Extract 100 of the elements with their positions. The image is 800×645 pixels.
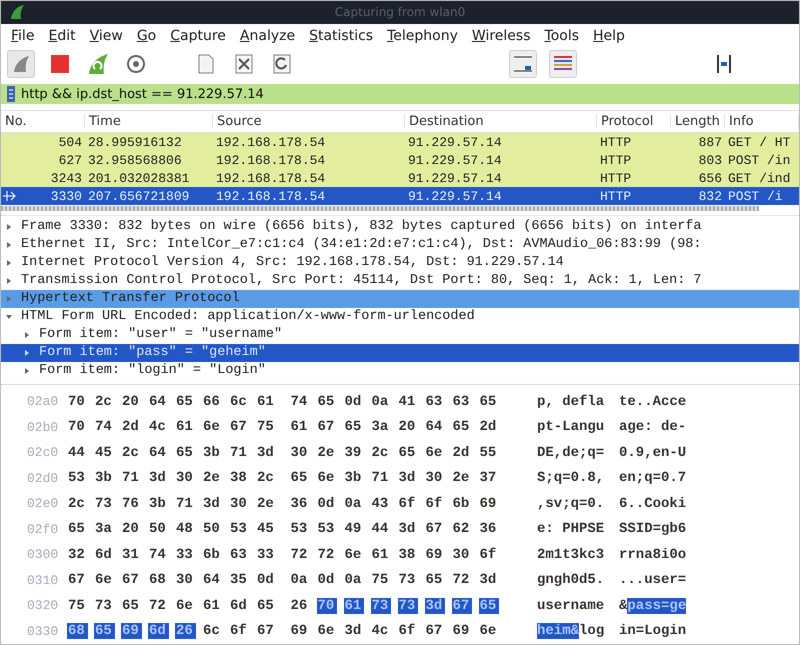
ascii-text[interactable]: te..Acce <box>619 394 686 410</box>
hex-byte[interactable]: 70 <box>67 419 88 436</box>
menu-item[interactable]: View <box>90 28 123 44</box>
hex-byte[interactable]: 67 <box>67 572 88 588</box>
hex-byte[interactable]: 65 <box>256 598 277 614</box>
hex-byte[interactable]: 20 <box>121 521 142 538</box>
packet-row[interactable]: 627 32.958568806 192.168.178.54 91.229.57.14 HTTP 803 POST /in <box>1 151 799 170</box>
hex-byte[interactable]: 31 <box>121 546 142 563</box>
hex-byte[interactable]: 36 <box>290 496 310 512</box>
hex-byte[interactable]: 6c <box>229 394 250 410</box>
menu-item[interactable]: Telephony <box>387 28 458 44</box>
hex-byte[interactable]: 30 <box>175 572 196 588</box>
hex-byte[interactable]: 67 <box>452 598 472 614</box>
hex-byte[interactable]: 6d <box>94 546 115 563</box>
hex-byte[interactable]: 65 <box>67 521 88 538</box>
hex-byte[interactable]: 3d <box>148 470 169 486</box>
ascii-text[interactable]: en;q=0.7 <box>619 470 686 486</box>
hex-byte[interactable]: 61 <box>202 598 223 614</box>
hex-byte[interactable]: 63 <box>452 394 472 410</box>
hex-byte[interactable]: 6e <box>316 470 338 486</box>
hex-byte[interactable]: 61 <box>370 546 392 563</box>
hex-byte[interactable]: 68 <box>67 623 88 640</box>
hex-byte[interactable]: 65 <box>94 623 115 640</box>
detail-row[interactable]: Form item: "user" = "username" <box>1 326 799 344</box>
hex-byte[interactable]: 65 <box>452 419 472 436</box>
hex-byte[interactable]: 72 <box>316 546 338 563</box>
hex-byte[interactable]: 2e <box>202 470 223 486</box>
hex-byte[interactable]: 72 <box>148 598 169 614</box>
column-header[interactable]: Length <box>671 114 725 130</box>
hex-byte[interactable]: 70 <box>316 598 338 614</box>
hex-byte[interactable]: 64 <box>148 394 169 410</box>
detail-row[interactable]: Form item: "pass" = "geheim" <box>1 344 799 362</box>
hex-byte[interactable]: 2c <box>370 444 392 461</box>
hex-byte[interactable]: 0a <box>344 572 364 588</box>
menu-item[interactable]: Go <box>136 28 156 44</box>
hex-byte[interactable]: 75 <box>67 598 88 614</box>
ascii-text[interactable]: rrna8i0o <box>619 546 686 563</box>
hex-byte[interactable]: 6f <box>424 496 446 512</box>
ascii-text[interactable]: in=Login <box>619 623 686 640</box>
hex-byte[interactable]: 69 <box>452 623 472 640</box>
hex-byte[interactable]: 6b <box>452 496 472 512</box>
hex-byte[interactable]: 73 <box>94 598 115 614</box>
ascii-text[interactable]: age: de- <box>619 419 686 436</box>
ascii-text[interactable]: SSID=gb6 <box>619 521 686 538</box>
hex-byte[interactable]: 44 <box>370 521 392 538</box>
hex-byte[interactable]: 71 <box>229 444 250 461</box>
hex-byte[interactable]: 6f <box>398 496 418 512</box>
collapsed-arrow-icon[interactable] <box>23 348 31 357</box>
hex-byte[interactable]: 67 <box>424 521 446 538</box>
ascii-text[interactable]: pass=ge <box>627 598 686 614</box>
bookmark-icon[interactable] <box>7 86 15 102</box>
ascii-text[interactable]: heim& <box>537 623 580 640</box>
hex-byte[interactable]: 67 <box>256 623 277 640</box>
hex-byte[interactable]: 72 <box>290 546 310 563</box>
collapsed-arrow-icon[interactable] <box>5 240 13 249</box>
hex-byte[interactable]: 0d <box>316 496 338 512</box>
hex-byte[interactable]: 6d <box>148 623 169 640</box>
hex-byte[interactable]: 71 <box>370 470 392 486</box>
hex-byte[interactable]: 2c <box>94 394 115 410</box>
hex-byte[interactable]: 2d <box>452 444 472 461</box>
hex-byte[interactable]: 3b <box>148 496 169 512</box>
hex-byte[interactable]: 67 <box>229 419 250 436</box>
hex-byte[interactable]: 3b <box>344 470 364 486</box>
menu-item[interactable]: File <box>11 28 34 44</box>
hex-byte[interactable]: 4c <box>148 419 169 436</box>
hex-byte[interactable]: 76 <box>121 496 142 512</box>
ascii-text[interactable]: 6..Cooki <box>619 496 686 512</box>
hex-byte[interactable]: 55 <box>478 444 500 461</box>
hex-byte[interactable]: 49 <box>344 521 364 538</box>
hex-byte[interactable]: 3d <box>344 623 364 640</box>
hex-byte[interactable]: 6e <box>424 444 446 461</box>
hex-byte[interactable]: 69 <box>424 546 446 563</box>
hex-byte[interactable]: 53 <box>290 521 310 538</box>
hex-byte[interactable]: 65 <box>478 598 500 614</box>
hex-byte[interactable]: 69 <box>290 623 310 640</box>
hex-byte[interactable]: 30 <box>290 444 310 461</box>
hex-byte[interactable]: 61 <box>344 598 364 614</box>
hex-byte[interactable]: 3d <box>398 470 418 486</box>
hex-byte[interactable]: 2c <box>67 496 88 512</box>
hex-byte[interactable]: 50 <box>202 521 223 538</box>
menu-item[interactable]: Statistics <box>309 28 374 44</box>
hex-byte[interactable]: 6c <box>202 623 223 640</box>
ascii-text[interactable]: 0.9,en-U <box>619 444 686 461</box>
colorize-button[interactable] <box>549 50 577 78</box>
detail-row[interactable]: Transmission Control Protocol, Src Port: 45114, Dst Port: 80, Seq: 1, Ack: 1, Len: 7 <box>1 272 799 290</box>
hex-byte[interactable]: 69 <box>121 623 142 640</box>
menu-item[interactable]: Tools <box>544 28 580 44</box>
hex-byte[interactable]: 50 <box>148 521 169 538</box>
ascii-text[interactable]: 2m1t3kc3 <box>537 546 604 563</box>
hex-byte[interactable]: 71 <box>175 496 196 512</box>
hex-byte[interactable]: 62 <box>452 521 472 538</box>
hex-byte[interactable]: 75 <box>370 572 392 588</box>
hex-byte[interactable]: 20 <box>398 419 418 436</box>
hex-byte[interactable]: 33 <box>175 546 196 563</box>
ascii-text[interactable]: log <box>579 623 604 640</box>
hex-byte[interactable]: 70 <box>67 394 88 410</box>
hex-byte[interactable]: 37 <box>478 470 500 486</box>
hex-byte[interactable]: 45 <box>256 521 277 538</box>
hex-byte[interactable]: 44 <box>67 444 88 461</box>
packet-row[interactable]: 3330 207.656721809 192.168.178.54 91.229.57.14 HTTP 832 POST /i <box>1 187 799 206</box>
